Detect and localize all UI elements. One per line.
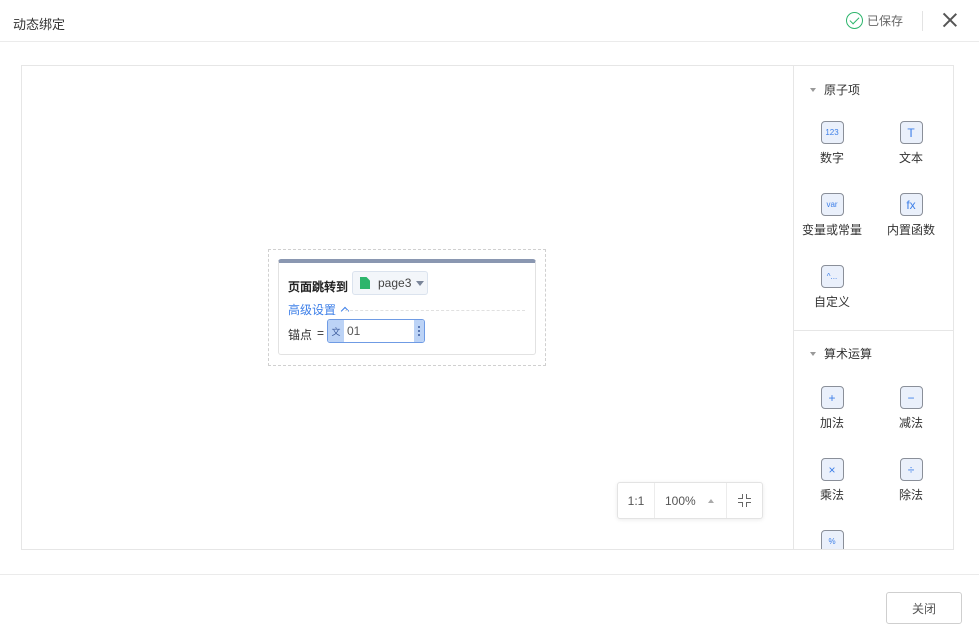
tool-label: 文本 [898,151,923,165]
advanced-settings-toggle[interactable]: 高级设置 [288,301,350,318]
multiply-icon: × [820,458,844,481]
caret-up-icon [707,498,714,503]
triangle-down-icon [810,351,816,356]
tool-divide[interactable]: ÷ 除法 [876,458,946,503]
tool-subtract[interactable]: − 减法 [876,386,946,431]
tool-text[interactable]: T 文本 [876,121,946,166]
tool-variable[interactable]: var 变量或常量 [797,193,867,238]
number-icon: 123 [820,121,844,144]
triangle-down-icon [810,87,816,92]
dialog-header: 动态绑定 已保存 [0,0,979,42]
tool-label: 乘法 [819,488,844,502]
section-divider [794,330,953,331]
advanced-settings-label: 高级设置 [288,303,337,317]
tool-multiply[interactable]: × 乘法 [797,458,867,503]
collapse-icon [738,494,743,499]
zoom-level-value: 100% [665,493,696,508]
plus-icon: + [820,386,844,409]
action-label: 页面跳转到 [288,280,349,294]
text-icon: T [899,121,923,144]
caret-down-icon [416,280,425,286]
dialog-title: 动态绑定 [13,17,66,32]
equals-sign: = [317,326,325,340]
fit-screen-button[interactable] [727,483,762,518]
close-button[interactable]: 关闭 [886,592,962,624]
text-type-tag: 文 [328,320,344,342]
tool-custom[interactable]: ^... 自定义 [797,265,867,310]
close-icon[interactable] [942,12,958,28]
tool-label: 减法 [898,416,923,430]
dynamic-binding-dialog: 动态绑定 已保存 1:1 100% 页面跳转到 page3 高级设置 锚点 = … [0,0,979,640]
minus-icon: − [899,386,923,409]
page-select-value: page3 [378,276,412,290]
expression-palette: 原子项 123 数字 T 文本 var 变量或常量 fx 内置函数 ^... 自… [793,65,954,550]
page-jump-node[interactable]: 页面跳转到 page3 高级设置 锚点 = 文 01 [278,259,536,355]
math-section-header[interactable]: 算术运算 [810,345,872,362]
tool-label: 数字 [819,151,844,165]
more-vertical-icon[interactable] [414,320,424,342]
tool-label: 内置函数 [886,223,935,237]
tool-function[interactable]: fx 内置函数 [876,193,946,238]
tool-label: 除法 [898,488,923,502]
atom-section-title: 原子项 [824,83,861,97]
tool-label: 加法 [819,416,844,430]
zoom-level-dropdown[interactable]: 100% [655,483,727,518]
tool-label: 变量或常量 [801,223,862,237]
page-select[interactable]: page3 [352,271,428,295]
variable-icon: var [820,193,844,216]
tool-label: 自定义 [813,295,850,309]
tool-number[interactable]: 123 数字 [797,121,867,166]
atom-section-header[interactable]: 原子项 [810,81,860,98]
anchor-input-value[interactable]: 01 [347,324,414,338]
zoom-reset-button[interactable]: 1:1 [618,483,655,518]
custom-icon: ^... [820,265,844,288]
math-section-title: 算术运算 [824,347,873,361]
anchor-label: 锚点 [288,328,313,342]
tool-percent[interactable]: % [797,530,867,549]
check-circle-icon [846,12,863,29]
chevron-up-icon [340,306,350,316]
dashed-divider [345,310,525,311]
divide-icon: ÷ [899,458,923,481]
page-file-icon [360,277,370,289]
zoom-toolbar: 1:1 100% [617,482,763,519]
function-icon: fx [899,193,923,216]
anchor-input[interactable]: 文 01 [327,319,425,343]
saved-label: 已保存 [867,14,904,28]
percent-icon: % [820,530,844,549]
tool-add[interactable]: + 加法 [797,386,867,431]
saved-status: 已保存 [846,12,903,29]
header-divider [922,11,923,31]
dialog-footer: 关闭 [0,574,979,640]
